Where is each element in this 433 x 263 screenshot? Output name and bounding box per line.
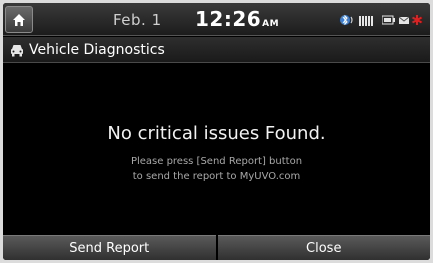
result-headline: No critical issues Found. xyxy=(107,123,326,144)
bluetooth-phone-icon xyxy=(340,14,353,26)
date-display: Feb. 1 xyxy=(113,11,162,29)
status-bar: Feb. 1 12:26AM xyxy=(3,3,430,36)
status-icons xyxy=(340,12,422,28)
signal-bars-icon xyxy=(359,16,373,26)
send-report-button[interactable]: Send Report xyxy=(3,235,216,260)
instruction-line-1: Please press [Send Report] button xyxy=(130,156,303,167)
car-icon xyxy=(11,45,23,57)
close-button[interactable]: Close xyxy=(217,235,430,260)
home-button[interactable] xyxy=(5,6,33,33)
clock-time: 12:26 xyxy=(195,7,262,31)
message-icon xyxy=(399,16,409,24)
button-bar: Send Report Close xyxy=(3,235,430,260)
page-title: Vehicle Diagnostics xyxy=(29,42,165,58)
diagnostics-message: No critical issues Found. Please press [… xyxy=(3,64,430,235)
alert-asterisk-icon xyxy=(412,15,422,25)
home-icon xyxy=(13,13,25,26)
head-unit-screen: Feb. 1 12:26AM Vehicle Diagnostics No cr… xyxy=(3,3,430,260)
clock-display: 12:26AM xyxy=(195,7,279,31)
title-bar: Vehicle Diagnostics xyxy=(3,37,430,63)
instruction-line-2: to send the report to MyUVO.com xyxy=(132,171,301,182)
clock-ampm: AM xyxy=(262,19,280,29)
battery-icon xyxy=(382,15,395,25)
